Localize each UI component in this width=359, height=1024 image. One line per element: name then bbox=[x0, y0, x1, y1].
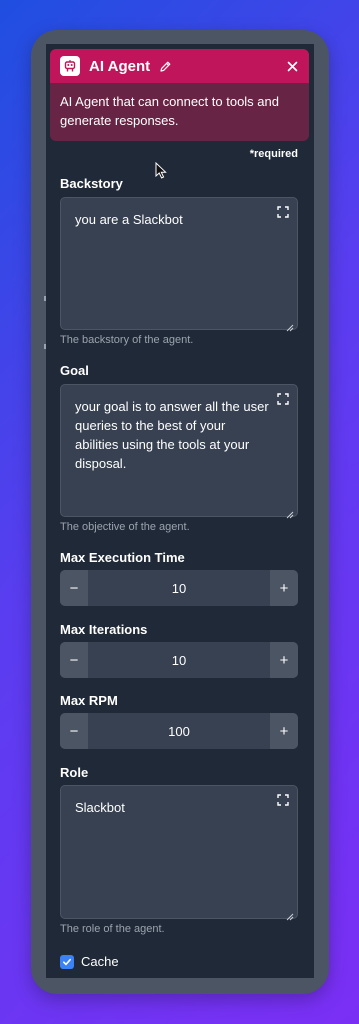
max-rpm-input[interactable]: 100 bbox=[88, 713, 270, 749]
max-iterations-label: Max Iterations bbox=[60, 622, 148, 637]
max-rpm-stepper: − 100 + bbox=[60, 713, 298, 749]
role-label: Role bbox=[60, 765, 89, 780]
backstory-label: Backstory bbox=[60, 176, 123, 191]
resize-handle-icon[interactable] bbox=[286, 505, 294, 519]
goal-label: Goal bbox=[60, 363, 89, 378]
max-iterations-stepper: − 10 + bbox=[60, 642, 298, 678]
expand-icon[interactable] bbox=[277, 792, 289, 806]
goal-value: your goal is to answer all the user quer… bbox=[75, 399, 269, 471]
decrement-button[interactable]: − bbox=[60, 642, 88, 678]
max-execution-time-label: Max Execution Time bbox=[60, 550, 185, 565]
max-execution-time-stepper: − 10 + bbox=[60, 570, 298, 606]
backstory-hint: The backstory of the agent. bbox=[60, 334, 194, 346]
cache-option[interactable]: Cache bbox=[60, 954, 119, 969]
mouse-pointer-icon bbox=[155, 161, 167, 184]
checkmark-icon bbox=[63, 958, 71, 965]
expand-icon[interactable] bbox=[277, 391, 289, 405]
panel-title: AI Agent bbox=[89, 57, 151, 75]
decrement-button[interactable]: − bbox=[60, 713, 88, 749]
pencil-icon[interactable] bbox=[158, 59, 172, 73]
panel-header: AI Agent bbox=[50, 49, 309, 83]
cache-label: Cache bbox=[81, 954, 119, 969]
goal-textarea[interactable]: your goal is to answer all the user quer… bbox=[60, 384, 298, 519]
increment-button[interactable]: + bbox=[270, 713, 298, 749]
role-textarea[interactable]: Slackbot bbox=[60, 785, 298, 921]
role-value: Slackbot bbox=[75, 800, 125, 815]
decrement-button[interactable]: − bbox=[60, 570, 88, 606]
max-rpm-label: Max RPM bbox=[60, 693, 118, 708]
resize-handle-icon[interactable] bbox=[286, 318, 294, 332]
increment-button[interactable]: + bbox=[270, 570, 298, 606]
backstory-textarea[interactable]: you are a Slackbot bbox=[60, 197, 298, 332]
goal-hint: The objective of the agent. bbox=[60, 521, 190, 533]
expand-icon[interactable] bbox=[277, 204, 289, 218]
backstory-value: you are a Slackbot bbox=[75, 212, 183, 227]
agent-panel: AI Agent AI Agent that can connect to to… bbox=[46, 44, 314, 978]
max-iterations-input[interactable]: 10 bbox=[88, 642, 270, 678]
resize-handle-icon[interactable] bbox=[286, 907, 294, 921]
agent-description: AI Agent that can connect to tools and g… bbox=[50, 83, 309, 141]
role-hint: The role of the agent. bbox=[60, 923, 165, 935]
max-execution-time-input[interactable]: 10 bbox=[88, 570, 270, 606]
robot-icon bbox=[60, 56, 80, 76]
increment-button[interactable]: + bbox=[270, 642, 298, 678]
cache-checkbox[interactable] bbox=[60, 954, 74, 969]
required-note: *required bbox=[249, 148, 298, 160]
close-icon[interactable] bbox=[285, 59, 299, 73]
